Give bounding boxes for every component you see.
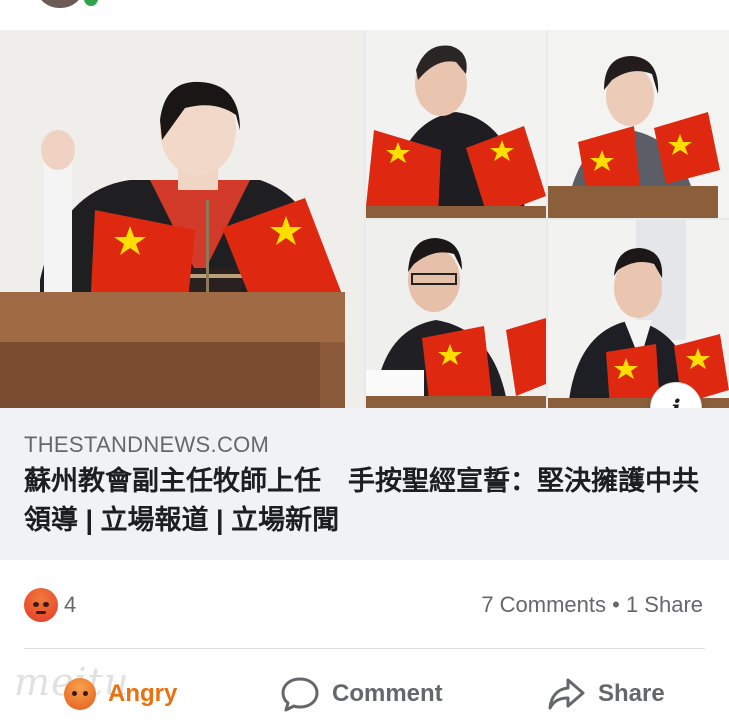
angry-icon: [64, 678, 96, 710]
post-header: [0, 0, 729, 30]
photo-3: [548, 30, 729, 218]
comments-shares-count[interactable]: 7 Comments • 1 Share: [481, 592, 703, 618]
angry-reaction-icon[interactable]: [24, 588, 58, 622]
photo-5: [548, 220, 729, 408]
official-3-illustration: [366, 220, 546, 408]
avatar[interactable]: [38, 0, 82, 8]
share-button[interactable]: Share: [546, 672, 665, 716]
react-button[interactable]: Angry: [64, 672, 177, 716]
link-headline[interactable]: 蘇州教會副主任牧師上任 手按聖經宣誓：堅決擁護中共領導 | 立場報道 | 立場新…: [24, 462, 714, 540]
link-preview-image[interactable]: [0, 30, 729, 408]
online-status-dot: [84, 0, 98, 6]
comment-icon: [281, 677, 319, 712]
main-pledge-illustration: [0, 30, 364, 408]
post-action-bar: meitu Angry Comment Share: [0, 660, 729, 728]
share-icon: [548, 678, 585, 710]
react-label: Angry: [108, 680, 178, 707]
reactions-summary: 4 7 Comments • 1 Share: [0, 585, 729, 625]
photo-4: [366, 220, 546, 408]
reaction-count[interactable]: 4: [64, 592, 76, 618]
photo-2: [366, 30, 546, 218]
main-pledge-photo: [0, 30, 364, 408]
official-2-illustration: [548, 30, 729, 218]
official-1-illustration: [366, 30, 546, 218]
link-preview-card[interactable]: i THESTANDNEWS.COM 蘇州教會副主任牧師上任 手按聖經宣誓：堅決…: [0, 30, 729, 560]
comment-label: Comment: [332, 680, 443, 707]
official-4-illustration: [548, 220, 729, 408]
share-label: Share: [598, 680, 665, 707]
angry-mouth: [36, 611, 46, 614]
comment-button[interactable]: Comment: [280, 672, 443, 716]
link-caption[interactable]: THESTANDNEWS.COM 蘇州教會副主任牧師上任 手按聖經宣誓：堅決擁護…: [0, 408, 729, 560]
link-domain: THESTANDNEWS.COM: [24, 432, 270, 457]
divider: [24, 648, 705, 649]
